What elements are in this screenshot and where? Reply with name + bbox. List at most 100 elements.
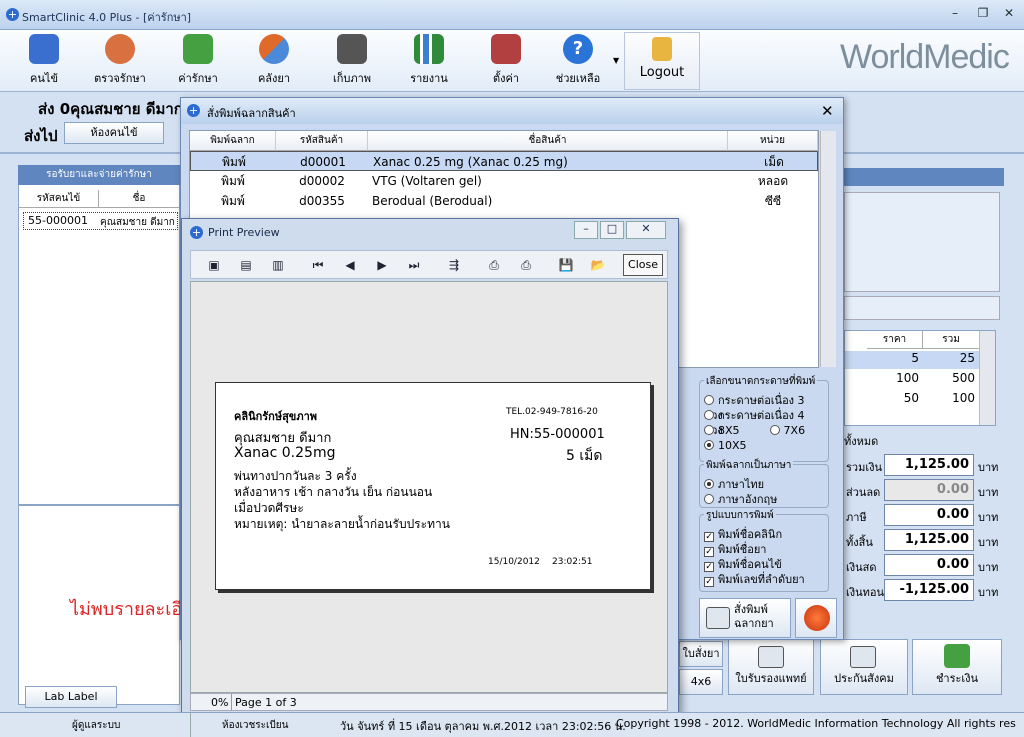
tax-amount: 0.00 <box>884 504 974 526</box>
power-icon <box>804 605 830 631</box>
table-row[interactable]: 100 500 <box>845 371 979 389</box>
discount-amount[interactable]: 0.00 <box>884 479 974 501</box>
check-drug-name[interactable]: ✓ พิมพ์ชื่อยา <box>704 542 824 557</box>
toolbar-help[interactable]: ? ช่วยเหลือ <box>542 34 614 90</box>
print-label-button[interactable]: สั่งพิมพ์ ฉลากยา <box>699 598 791 638</box>
last-page-icon[interactable]: ⏭ <box>403 255 425 275</box>
status-bar: ผู้ดูแลระบบ ห้องเวชระเบียน วัน จันทร์ ที… <box>0 712 1024 737</box>
toolbar-settings[interactable]: ตั้งค่า <box>470 34 542 90</box>
price-grid: ราคา รวม 5 25 100 500 50 100 <box>844 330 996 426</box>
preview-toolbar: ▣ ▤ ▥ ⏮ ◀ ▶ ⏭ ⇶ ⎙ ⎙ 💾 📂 Close <box>190 250 668 279</box>
toolbar-images[interactable]: เก็บภาพ <box>316 34 388 90</box>
full-page-icon[interactable]: ▥ <box>267 255 289 275</box>
brand-logo: WorldMedic <box>840 38 1010 76</box>
copyright: Copyright 1998 - 2012. WorldMedic Inform… <box>616 717 1016 730</box>
goto-page-icon[interactable]: ⇶ <box>443 255 465 275</box>
size-4x6-button[interactable]: 4x6 <box>679 669 723 695</box>
divider <box>190 713 191 737</box>
info-panel <box>844 192 1000 292</box>
open-folder-icon[interactable]: 📂 <box>587 255 609 275</box>
money-icon <box>944 644 970 668</box>
chart-icon <box>414 34 444 64</box>
radio-icon <box>704 425 714 435</box>
one-page-icon[interactable]: ▣ <box>203 255 225 275</box>
waiting-list-panel: รหัสคนไข้ ชื่อ 55-000001 คุณสมชาย ดีมาก <box>18 165 180 505</box>
lang-option-thai[interactable]: ภาษาไทย <box>704 477 824 492</box>
table-row[interactable]: พิมพ์ d00002 VTG (Voltaren gel) หลอด <box>190 171 818 191</box>
product-code: d00001 <box>300 155 346 169</box>
paper-option-3ring[interactable]: กระดาษต่อเนื่อง 3 ห่วง <box>704 393 824 422</box>
paper-option-4ring[interactable]: กระดาษต่อเนื่อง 4 ห่วง <box>704 408 824 437</box>
capsule-icon <box>259 34 289 64</box>
check-patient-name[interactable]: ✓ พิมพ์ชื่อคนไข้ <box>704 557 824 572</box>
toolbar-reports[interactable]: รายงาน <box>393 34 465 90</box>
table-row[interactable]: พิมพ์ d00001 Xanac 0.25 mg (Xanac 0.25 m… <box>190 151 818 171</box>
radio-icon <box>704 395 714 405</box>
toolbar-fees[interactable]: ค่ารักษา <box>162 34 234 90</box>
currency-label: บาท <box>978 486 999 499</box>
app-icon: + <box>6 8 19 21</box>
first-page-icon[interactable]: ⏮ <box>307 255 329 275</box>
next-page-icon[interactable]: ▶ <box>371 255 393 275</box>
lang-option-english[interactable]: ภาษาอังกฤษ <box>704 492 824 507</box>
minimize-icon[interactable]: – <box>944 6 966 24</box>
product-unit: เม็ด <box>764 155 784 169</box>
printer-icon[interactable]: ⎙ <box>515 255 537 275</box>
product-name: Berodual (Berodual) <box>372 194 493 208</box>
right-header-strip <box>844 168 1004 186</box>
close-icon[interactable]: ✕ <box>821 102 834 120</box>
restore-icon[interactable]: ❐ <box>972 6 994 24</box>
paper-option-10x5[interactable]: 10X5 <box>704 438 824 453</box>
dialog-title-bar: + สั่งพิมพ์ฉลากสินค้า ✕ <box>181 98 843 124</box>
currency-label: บาท <box>978 561 999 574</box>
send-to-label: ส่งไป <box>24 127 58 145</box>
grid-scrollbar[interactable] <box>820 131 836 367</box>
radio-selected-icon <box>704 479 714 489</box>
toolbar-pharmacy[interactable]: คลังยา <box>238 34 310 90</box>
price-scrollbar[interactable] <box>979 331 995 425</box>
printer-icon <box>850 646 876 668</box>
paper-option-8x5[interactable]: 8X5 7X6 <box>704 423 824 438</box>
print-setup-icon[interactable]: ⎙ <box>483 255 505 275</box>
check-drug-sequence[interactable]: ✓ พิมพ์เลขที่ลำดับยา <box>704 572 824 587</box>
waiting-list-header: รอรับยาและจ่ายค่ารักษา <box>18 165 180 185</box>
col-price: ราคา <box>867 331 923 349</box>
maximize-icon[interactable]: □ <box>600 221 624 239</box>
product-unit: หลอด <box>757 174 789 188</box>
grand-total-amount: 1,125.00 <box>884 529 974 551</box>
current-room: ห้องเวชระเบียน <box>222 720 289 731</box>
button-label: ใบรับรองแพทย์ <box>735 672 807 685</box>
button-label: ชำระเงิน <box>935 672 979 685</box>
prescription-button[interactable]: ใบสั่งยา <box>679 641 723 667</box>
logout-button[interactable]: Logout <box>624 32 700 90</box>
patient-room-button[interactable]: ห้องคนไข้ <box>64 122 164 144</box>
close-icon[interactable]: ✕ <box>626 221 666 239</box>
check-clinic-name[interactable]: ✓ พิมพ์ชื่อคลินิก <box>704 527 824 542</box>
exit-button[interactable] <box>795 598 837 638</box>
previous-page-icon[interactable]: ◀ <box>339 255 361 275</box>
product-unit: ซีซี <box>764 194 782 208</box>
printer-icon <box>706 607 730 629</box>
table-row[interactable]: 55-000001 คุณสมชาย ดีมาก <box>23 212 178 230</box>
label-time: 23:02:51 <box>552 557 593 567</box>
dropdown-arrow-icon[interactable]: ▼ <box>613 56 619 65</box>
paper-option-7x6[interactable]: 7X6 <box>784 424 806 437</box>
table-row[interactable]: 5 25 <box>845 351 979 369</box>
page-width-icon[interactable]: ▤ <box>235 255 257 275</box>
close-button[interactable]: Close <box>623 254 663 276</box>
close-icon[interactable]: ✕ <box>998 6 1020 24</box>
price-cell: 50 <box>903 391 919 405</box>
dialog-title: สั่งพิมพ์ฉลากสินค้า <box>207 107 296 120</box>
toolbar-examine[interactable]: ตรวจรักษา <box>84 34 156 90</box>
currency-label: บาท <box>978 511 999 524</box>
radio-icon[interactable] <box>769 425 780 435</box>
save-icon[interactable]: 💾 <box>555 255 577 275</box>
table-row[interactable]: 50 100 <box>845 391 979 409</box>
lab-label-button[interactable]: Lab Label <box>25 686 117 708</box>
cash-input[interactable]: 0.00 <box>884 554 974 576</box>
currency-label: บาท <box>978 536 999 549</box>
drug-label-page: คลินิกรักษ์สุขภาพ TEL.02-949-7816-20 คุณ… <box>215 382 651 590</box>
table-row[interactable]: พิมพ์ d00355 Berodual (Berodual) ซีซี <box>190 191 818 211</box>
toolbar-patient[interactable]: คนไข้ <box>8 34 80 90</box>
minimize-icon[interactable]: – <box>574 221 598 239</box>
